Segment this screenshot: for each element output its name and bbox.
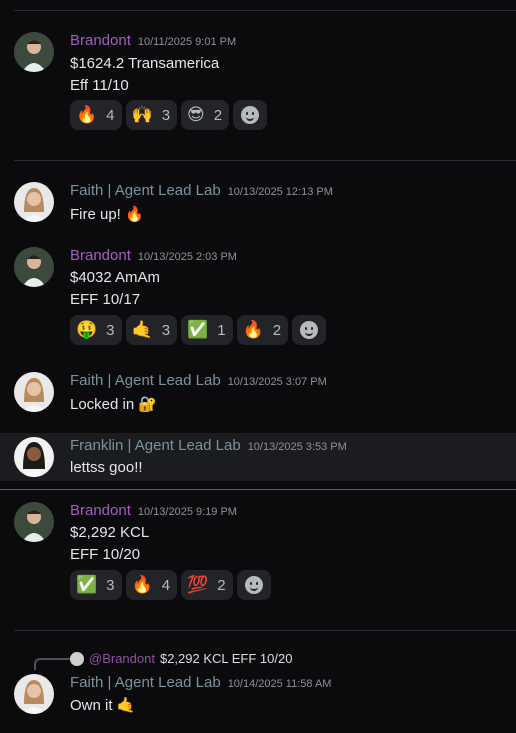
fire-icon: 🔥 xyxy=(242,319,264,340)
message-line: $1624.2 Transamerica xyxy=(70,55,220,72)
reaction-raised-hands[interactable]: 🙌 3 xyxy=(125,100,178,130)
date-divider xyxy=(14,160,516,161)
author-name[interactable]: Faith | Agent Lead Lab xyxy=(70,182,221,199)
message-line: $4032 AmAm xyxy=(70,269,161,286)
timestamp: 10/13/2025 12:13 PM xyxy=(227,186,333,198)
message-line: Eff 11/10 xyxy=(70,77,129,94)
author-name[interactable]: Brandont xyxy=(70,502,131,519)
reaction-fire[interactable]: 🔥 4 xyxy=(125,570,178,600)
raised-hands-icon: 🙌 xyxy=(131,104,153,125)
avatar[interactable] xyxy=(14,247,54,287)
check-mark-icon: ✅ xyxy=(76,574,98,595)
message-faith-2[interactable]: Faith | Agent Lead Lab 10/13/2025 3:07 PM… xyxy=(0,368,516,420)
add-reaction-button[interactable] xyxy=(236,570,271,600)
new-messages-divider xyxy=(0,489,516,490)
message-brandont-2[interactable]: Brandont 10/13/2025 2:03 PM $4032 AmAm EF… xyxy=(0,243,516,351)
timestamp: 10/13/2025 9:19 PM xyxy=(137,506,237,518)
message-line: Own it 🤙 xyxy=(70,697,136,714)
reaction-bar: ✅ 3 🔥 4 💯 2 xyxy=(70,570,271,600)
reaction-sunglasses[interactable]: 😎 2 xyxy=(181,100,230,130)
message-line: EFF 10/20 xyxy=(70,546,141,563)
message-faith-1[interactable]: Faith | Agent Lead Lab 10/13/2025 12:13 P… xyxy=(0,178,516,228)
author-name[interactable]: Faith | Agent Lead Lab xyxy=(70,372,221,389)
add-reaction-icon xyxy=(241,106,260,124)
add-reaction-icon xyxy=(300,321,319,339)
reaction-count: 4 xyxy=(161,576,171,594)
author-name[interactable]: Brandont xyxy=(70,247,131,264)
avatar[interactable] xyxy=(14,372,54,412)
reply-text: $2,292 KCL EFF 10/20 xyxy=(159,651,293,666)
message-brandont-3[interactable]: Brandont 10/13/2025 9:19 PM $2,292 KCL EF… xyxy=(0,500,516,606)
message-line: Locked in 🔐 xyxy=(70,396,158,413)
message-line: lettss goo!! xyxy=(70,459,143,476)
add-reaction-icon xyxy=(244,576,263,594)
reaction-call-me[interactable]: 🤙 3 xyxy=(125,315,178,345)
hundred-points-icon: 💯 xyxy=(187,574,209,595)
reply-avatar xyxy=(70,651,84,666)
avatar[interactable] xyxy=(14,182,54,222)
message-line: $2,292 KCL xyxy=(70,524,150,541)
reaction-money-mouth[interactable]: 🤑 3 xyxy=(70,315,122,345)
reaction-count: 3 xyxy=(106,576,115,594)
reaction-count: 1 xyxy=(217,321,226,339)
fire-icon: 🔥 xyxy=(131,574,153,595)
author-name[interactable]: Franklin | Agent Lead Lab xyxy=(70,437,241,454)
reply-user[interactable]: @Brandont xyxy=(89,651,155,666)
reaction-check[interactable]: ✅ 1 xyxy=(181,315,233,345)
avatar[interactable] xyxy=(14,32,54,72)
add-reaction-button[interactable] xyxy=(292,315,327,345)
date-divider xyxy=(14,630,516,631)
avatar[interactable] xyxy=(14,674,54,714)
fire-icon: 🔥 xyxy=(76,104,98,125)
reaction-count: 4 xyxy=(106,106,115,124)
message-line: Fire up! 🔥 xyxy=(70,206,144,223)
message-franklin[interactable]: Franklin | Agent Lead Lab 10/13/2025 3:53… xyxy=(0,433,516,481)
money-mouth-face-icon: 🤑 xyxy=(76,319,98,340)
reaction-count: 3 xyxy=(106,321,115,339)
timestamp: 10/13/2025 3:53 PM xyxy=(247,441,347,453)
timestamp: 10/14/2025 11:58 AM xyxy=(227,678,332,690)
reply-preview[interactable]: @Brandont $2,292 KCL EFF 10/20 xyxy=(70,651,292,666)
timestamp: 10/11/2025 9:01 PM xyxy=(137,36,237,48)
message-line: EFF 10/17 xyxy=(70,291,141,308)
timestamp: 10/13/2025 3:07 PM xyxy=(227,376,327,388)
reaction-count: 3 xyxy=(161,321,171,339)
timestamp: 10/13/2025 2:03 PM xyxy=(137,251,237,263)
reaction-bar: 🤑 3 🤙 3 ✅ 1 🔥 2 xyxy=(70,315,327,345)
call-me-hand-icon: 🤙 xyxy=(131,319,153,340)
reaction-count: 2 xyxy=(272,321,282,339)
reply-connector xyxy=(34,658,70,670)
avatar[interactable] xyxy=(14,502,54,542)
sunglasses-face-icon: 😎 xyxy=(187,104,205,125)
message-faith-3[interactable]: @Brandont $2,292 KCL EFF 10/20 Faith | A… xyxy=(0,648,516,728)
reaction-check[interactable]: ✅ 3 xyxy=(70,570,122,600)
add-reaction-button[interactable] xyxy=(233,100,268,130)
reaction-hundred[interactable]: 💯 2 xyxy=(181,570,233,600)
reaction-count: 3 xyxy=(161,106,171,124)
reaction-bar: 🔥 4 🙌 3 😎 2 xyxy=(70,100,268,130)
reaction-count: 2 xyxy=(213,106,223,124)
author-name[interactable]: Faith | Agent Lead Lab xyxy=(70,674,221,691)
reaction-fire[interactable]: 🔥 4 xyxy=(70,100,122,130)
reaction-count: 2 xyxy=(217,576,226,594)
check-mark-icon: ✅ xyxy=(187,319,209,340)
reaction-fire[interactable]: 🔥 2 xyxy=(236,315,289,345)
top-divider xyxy=(14,10,516,11)
author-name[interactable]: Brandont xyxy=(70,32,131,49)
message-brandont-1[interactable]: Brandont 10/11/2025 9:01 PM $1624.2 Trans… xyxy=(0,28,516,136)
avatar[interactable] xyxy=(14,437,54,477)
